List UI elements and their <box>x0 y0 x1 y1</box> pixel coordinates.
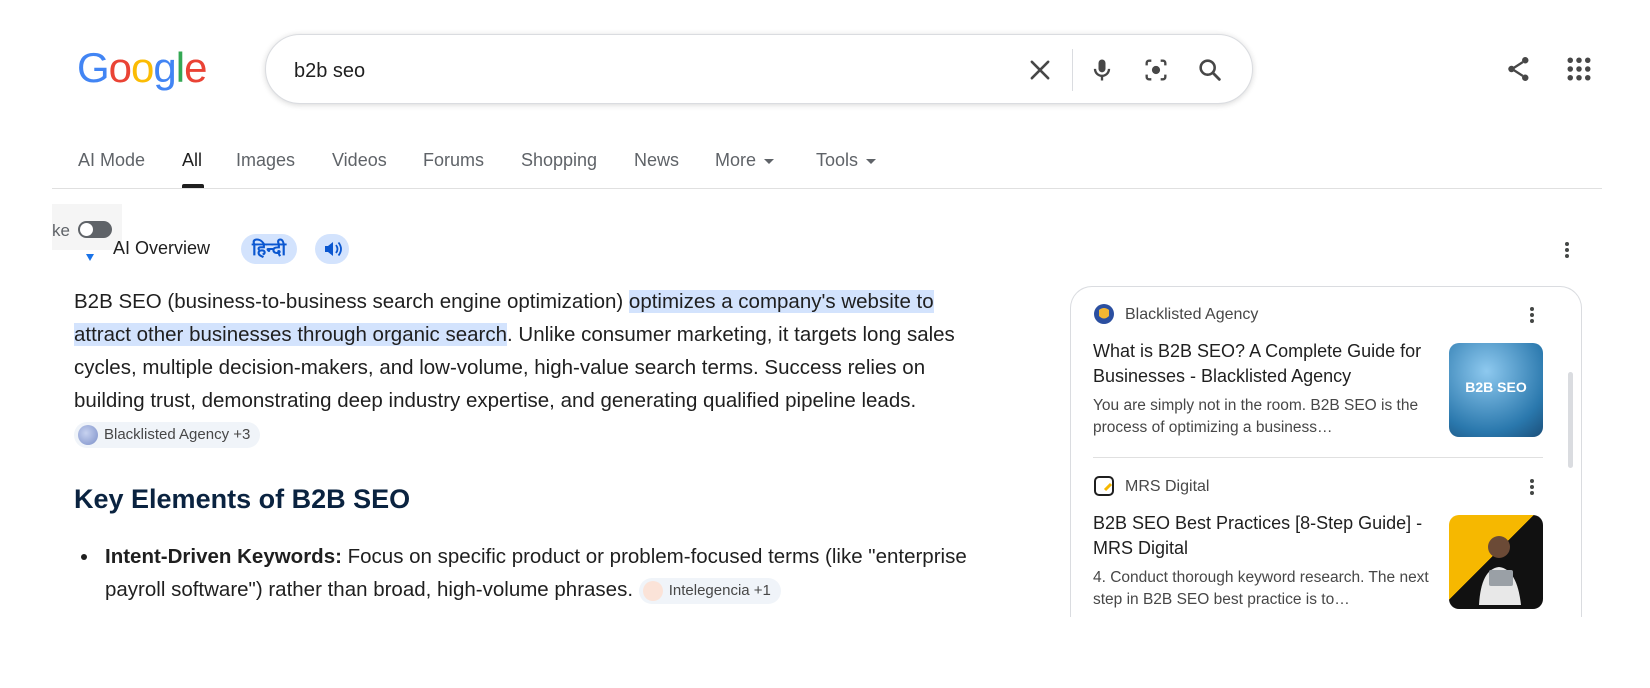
citation-chip[interactable]: Blacklisted Agency +3 <box>74 421 261 448</box>
toggle-label: ke <box>52 221 70 240</box>
source-more-icon[interactable] <box>1529 477 1535 497</box>
bullet-icon <box>81 554 87 560</box>
share-icon[interactable] <box>1504 54 1534 84</box>
search-icon[interactable] <box>1196 56 1224 84</box>
source-site: Blacklisted Agency <box>1125 306 1259 323</box>
pointer-arrow-icon <box>86 254 94 261</box>
bullet-text: Intent-Driven Keywords: Focus on specifi… <box>105 540 974 606</box>
tab-images[interactable]: Images <box>236 150 295 171</box>
logo-letter: e <box>184 44 207 91</box>
citation-chip[interactable]: Intelegencia +1 <box>638 577 781 604</box>
card-divider <box>1093 457 1543 458</box>
active-tab-indicator <box>182 184 204 188</box>
paragraph-text: B2B SEO (business-to-business search eng… <box>74 290 629 313</box>
toggle-switch[interactable] <box>78 221 112 238</box>
citation-label: Blacklisted Agency +3 <box>104 425 251 443</box>
tab-tools[interactable]: Tools <box>816 150 877 171</box>
apps-grid-icon[interactable] <box>1564 54 1594 84</box>
clear-icon[interactable] <box>1026 56 1054 84</box>
camera-lens-icon[interactable] <box>1142 56 1170 84</box>
chevron-down-icon <box>764 158 775 164</box>
logo-letter: G <box>77 44 110 91</box>
microphone-icon[interactable] <box>1088 56 1116 84</box>
sources-scrollbar[interactable] <box>1568 372 1573 468</box>
tab-more-label: More <box>715 150 757 170</box>
tab-tools-label: Tools <box>816 150 859 170</box>
person-icon <box>1479 536 1521 605</box>
list-item: Intent-Driven Keywords: Focus on specifi… <box>74 540 974 606</box>
ai-overview-label: AI Overview <box>113 238 211 258</box>
thumbnail-text: B2B SEO <box>1465 379 1527 395</box>
source-card[interactable]: Blacklisted Agency What is B2B SEO? A Co… <box>1071 287 1581 459</box>
source-snippet: 4. Conduct thorough keyword research. Th… <box>1093 569 1429 608</box>
source-more-icon[interactable] <box>1529 305 1535 325</box>
tab-all[interactable]: All <box>182 150 202 171</box>
tab-forums[interactable]: Forums <box>423 150 484 171</box>
toggle-overlay: ke <box>52 204 122 250</box>
source-thumbnail[interactable]: B2B SEO <box>1449 343 1543 437</box>
language-chip[interactable]: हिन्दी <box>241 234 298 264</box>
thermometer-icon <box>642 580 663 601</box>
search-tabs: AI Mode All Images Videos Forums Shoppin… <box>52 140 1602 189</box>
ai-overview-more-icon[interactable] <box>1564 240 1570 260</box>
logo-letter: o <box>131 44 154 91</box>
source-site: MRS Digital <box>1125 478 1210 495</box>
search-input[interactable] <box>292 53 976 89</box>
logo-letter: l <box>175 44 185 91</box>
citation-label: Intelegencia +1 <box>668 581 771 599</box>
logo-letter: o <box>108 44 132 91</box>
blacklisted-agency-favicon-icon <box>1093 303 1115 325</box>
search-box <box>265 34 1253 104</box>
mrs-digital-favicon-icon <box>1093 475 1115 497</box>
tab-shopping[interactable]: Shopping <box>521 150 597 171</box>
tab-news[interactable]: News <box>634 150 679 171</box>
ai-overview-paragraph: B2B SEO (business-to-business search eng… <box>74 285 964 450</box>
source-title[interactable]: B2B SEO Best Practices [8-Step Guide] - … <box>1093 511 1433 561</box>
source-thumbnail[interactable] <box>1449 515 1543 609</box>
toggle-knob <box>80 223 93 236</box>
sources-panel: Blacklisted Agency What is B2B SEO? A Co… <box>1070 286 1582 617</box>
source-snippet: You are simply not in the room. B2B SEO … <box>1093 397 1419 436</box>
search-divider <box>1072 49 1073 91</box>
listen-button[interactable] <box>315 234 349 264</box>
bullet-title: Intent-Driven Keywords: <box>105 545 342 568</box>
google-logo[interactable]: Google <box>77 44 207 92</box>
section-heading: Key Elements of B2B SEO <box>74 484 411 514</box>
tab-ai-mode[interactable]: AI Mode <box>78 150 145 171</box>
tab-videos[interactable]: Videos <box>332 150 387 171</box>
logo-letter: g <box>153 44 176 91</box>
chevron-down-icon <box>866 158 877 164</box>
source-title[interactable]: What is B2B SEO? A Complete Guide for Bu… <box>1093 339 1433 389</box>
source-card[interactable]: MRS Digital B2B SEO Best Practices [8-St… <box>1071 459 1581 617</box>
tab-more[interactable]: More <box>715 150 775 171</box>
globe-icon <box>78 424 98 445</box>
speaker-icon <box>325 241 342 257</box>
